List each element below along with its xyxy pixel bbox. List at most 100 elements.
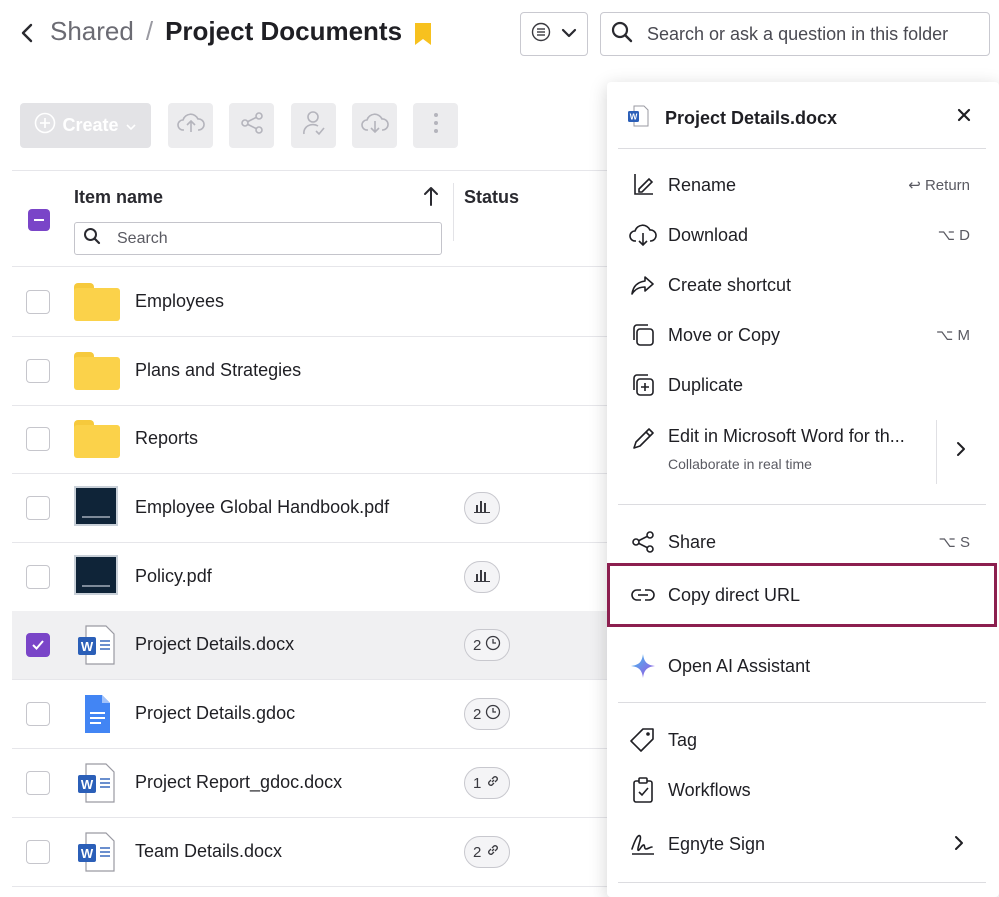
menu-label: Download [668, 224, 749, 245]
menu-item-copy-url[interactable]: Copy direct URL [607, 563, 997, 627]
table-row[interactable]: Plans and Strategies [12, 337, 608, 406]
breadcrumb: Shared / Project Documents [50, 16, 402, 47]
menu-label: Egnyte Sign [668, 833, 766, 854]
upload-button[interactable] [168, 103, 213, 148]
menu-item-move-copy[interactable]: Move or Copy ⌥ M [618, 311, 986, 359]
create-button[interactable]: Create [20, 103, 151, 148]
svg-text:W: W [81, 846, 94, 861]
item-name[interactable]: Employee Global Handbook.pdf [135, 497, 389, 518]
status-badge[interactable]: 2 [464, 836, 511, 868]
menu-item-workflows[interactable]: Workflows [618, 766, 986, 814]
item-name[interactable]: Project Report_gdoc.docx [135, 772, 342, 793]
page-title: Project Documents [165, 16, 403, 46]
shortcut-label: ↩ Return [908, 177, 970, 194]
menu-item-divider [936, 420, 937, 484]
row-checkbox[interactable] [26, 427, 50, 451]
row-checkbox[interactable] [26, 359, 50, 383]
duplicate-icon [628, 370, 658, 400]
svg-text:W: W [81, 777, 94, 792]
word-doc-icon: W [74, 761, 120, 805]
chart-icon [474, 568, 490, 586]
item-name[interactable]: Project Details.docx [135, 634, 294, 655]
row-checkbox[interactable] [26, 702, 50, 726]
table-row[interactable]: Employee Global Handbook.pdf [12, 474, 608, 543]
chevron-down-icon [561, 25, 577, 43]
forward-arrow-icon [628, 270, 658, 300]
row-checkbox[interactable] [26, 633, 50, 657]
row-checkbox[interactable] [26, 771, 50, 795]
menu-label: Tag [668, 729, 698, 750]
table-row[interactable]: Reports [12, 405, 608, 474]
chevron-right-icon[interactable] [954, 440, 970, 460]
clipboard-check-icon [628, 775, 658, 805]
permissions-button[interactable] [291, 103, 336, 148]
status-count: 2 [473, 705, 482, 723]
column-status[interactable]: Status [464, 187, 519, 208]
menu-divider [618, 882, 986, 883]
menu-item-egnyte-sign[interactable]: Egnyte Sign [618, 820, 986, 868]
row-checkbox[interactable] [26, 290, 50, 314]
menu-item-create-shortcut[interactable]: Create shortcut [618, 261, 986, 309]
item-name[interactable]: Policy.pdf [135, 566, 212, 587]
folder-search-input[interactable]: Search or ask a question in this folder [600, 12, 990, 56]
svg-text:W: W [81, 639, 94, 654]
more-vertical-icon [433, 112, 439, 139]
table-row[interactable]: Project Details.gdoc 2 [12, 680, 608, 749]
copy-icon [628, 320, 658, 350]
shortcut-label: ⌥ S [938, 534, 970, 551]
link-icon [485, 773, 501, 793]
table-row[interactable]: W Team Details.docx 2 [12, 818, 608, 887]
search-icon [611, 21, 633, 48]
status-badge[interactable] [464, 561, 500, 593]
table-row[interactable]: W Project Report_gdoc.docx 1 [12, 749, 608, 818]
status-badge[interactable]: 1 [464, 767, 511, 799]
link-icon [628, 580, 658, 610]
rename-icon [628, 170, 658, 200]
status-count: 2 [473, 843, 482, 861]
column-divider [453, 183, 454, 241]
name-filter-input[interactable]: Search [74, 222, 442, 255]
table-row-selected[interactable]: W Project Details.docx 2 [12, 611, 608, 680]
breadcrumb-parent[interactable]: Shared [50, 16, 134, 47]
row-checkbox[interactable] [26, 840, 50, 864]
select-all-checkbox[interactable] [28, 209, 50, 231]
context-menu: W Project Details.docx Rename ↩ Return D… [607, 82, 999, 897]
share-toolbar-button[interactable] [229, 103, 274, 148]
menu-item-tag[interactable]: Tag [618, 716, 986, 764]
menu-item-rename[interactable]: Rename ↩ Return [618, 161, 986, 209]
word-doc-icon: W [74, 623, 120, 667]
more-actions-button[interactable] [413, 103, 458, 148]
item-name[interactable]: Team Details.docx [135, 841, 282, 862]
menu-divider [618, 504, 986, 505]
menu-item-share[interactable]: Share ⌥ S [618, 518, 986, 566]
item-name[interactable]: Reports [135, 428, 198, 449]
table-row[interactable]: Policy.pdf [12, 543, 608, 612]
search-placeholder: Search or ask a question in this folder [647, 23, 949, 44]
status-badge[interactable]: 2 [464, 698, 511, 730]
view-options-button[interactable] [520, 12, 588, 56]
menu-item-ai-assistant[interactable]: Open AI Assistant [618, 642, 986, 690]
menu-item-download[interactable]: Download ⌥ D [618, 211, 986, 259]
menu-label: Duplicate [668, 374, 744, 395]
back-icon[interactable] [14, 18, 40, 48]
cloud-upload-icon [176, 111, 205, 140]
menu-item-edit-word[interactable]: Edit in Microsoft Word for th... Collabo… [618, 414, 986, 490]
status-badge[interactable]: 2 [464, 629, 511, 661]
row-checkbox[interactable] [26, 565, 50, 589]
row-checkbox[interactable] [26, 496, 50, 520]
item-name[interactable]: Project Details.gdoc [135, 703, 295, 724]
item-name[interactable]: Employees [135, 291, 224, 312]
close-icon[interactable] [951, 102, 977, 128]
item-name[interactable]: Plans and Strategies [135, 360, 301, 381]
sparkle-icon [628, 651, 658, 681]
menu-item-duplicate[interactable]: Duplicate [618, 361, 986, 409]
bookmark-icon[interactable] [414, 22, 432, 46]
table-row[interactable]: Employees [12, 268, 608, 337]
plus-circle-icon [34, 112, 56, 139]
menu-label: Rename [668, 174, 737, 195]
status-badge[interactable] [464, 492, 500, 524]
tag-icon [628, 725, 658, 755]
download-button[interactable] [352, 103, 397, 148]
sort-ascending-icon[interactable] [422, 185, 442, 209]
column-item-name[interactable]: Item name [74, 187, 163, 208]
